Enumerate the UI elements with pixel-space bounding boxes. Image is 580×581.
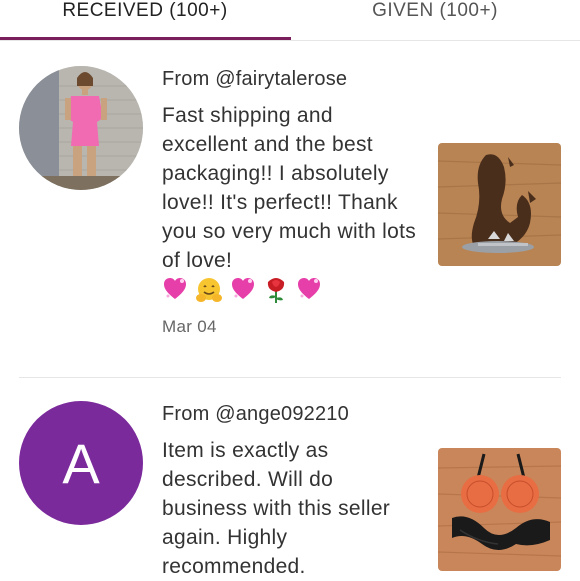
item-thumbnail[interactable] — [438, 448, 561, 571]
active-tab-indicator — [0, 37, 291, 40]
review-author[interactable]: From @fairytalerose — [162, 68, 347, 91]
tab-bar: RECEIVED (100+) GIVEN (100+) — [0, 0, 580, 41]
sparkling-heart-icon — [296, 276, 322, 309]
tab-received[interactable]: RECEIVED (100+) — [0, 0, 290, 38]
sparkling-heart-icon — [162, 276, 188, 309]
rose-icon — [263, 276, 289, 309]
avatar[interactable] — [19, 66, 143, 190]
review-date: Mar 04 — [162, 317, 217, 336]
divider — [19, 377, 561, 378]
sparkling-heart-icon — [230, 276, 256, 309]
item-thumbnail[interactable] — [438, 143, 561, 266]
avatar[interactable]: A — [19, 401, 143, 525]
tab-given[interactable]: GIVEN (100+) — [290, 0, 580, 38]
avatar-letter: A — [62, 431, 100, 495]
hugging-face-icon — [195, 276, 223, 309]
review-text: Item is exactly as described. Will do bu… — [162, 439, 391, 578]
review-text: Fast shipping and excellent and the best… — [162, 104, 417, 272]
emoji-row — [162, 276, 322, 309]
review-author[interactable]: From @ange092210 — [162, 403, 349, 426]
